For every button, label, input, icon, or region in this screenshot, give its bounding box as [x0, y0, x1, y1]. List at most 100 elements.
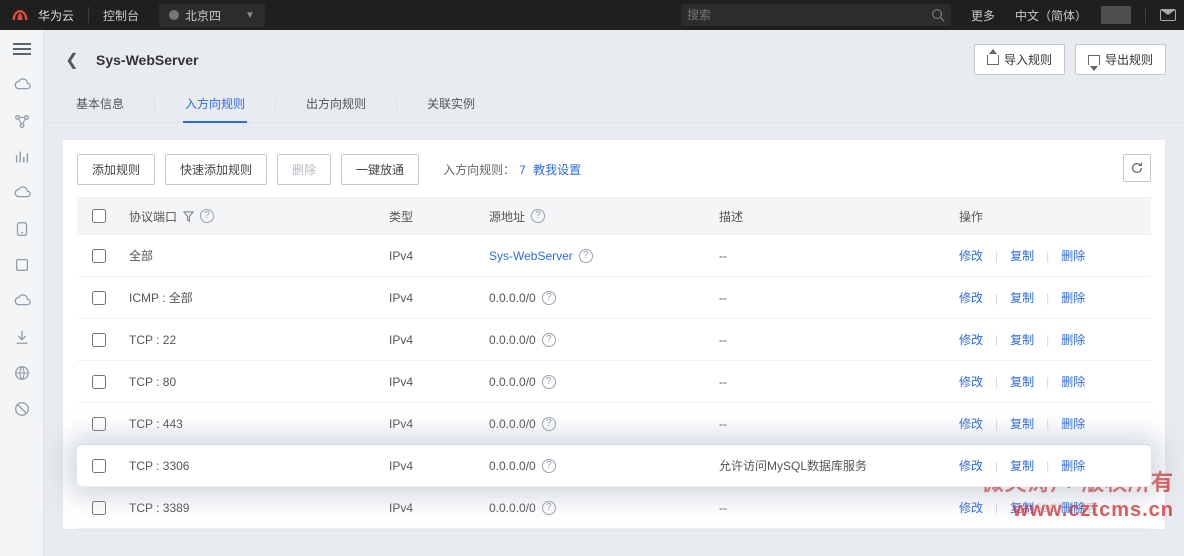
menu-toggle[interactable]	[13, 40, 31, 58]
delete-link[interactable]: 删除	[1061, 331, 1085, 348]
cell-desc: --	[711, 501, 951, 515]
more-link[interactable]: 更多	[971, 7, 995, 24]
divider	[88, 7, 89, 23]
delete-link[interactable]: 删除	[1061, 499, 1085, 516]
import-rules-button[interactable]: 导入规则	[974, 44, 1065, 75]
rail-item-folder[interactable]	[13, 256, 31, 274]
top-bar: 华为云 控制台 北京四 ▼ 更多 中文（简体）	[0, 0, 1184, 30]
row-checkbox[interactable]	[92, 375, 106, 389]
help-icon[interactable]: ?	[542, 375, 556, 389]
cell-source: 0.0.0.0/0 ?	[481, 417, 711, 431]
cell-port: 全部	[121, 247, 381, 264]
row-checkbox[interactable]	[92, 417, 106, 431]
edit-link[interactable]: 修改	[959, 499, 983, 516]
help-icon[interactable]: ?	[542, 291, 556, 305]
cell-ops: 修改|复制|删除	[951, 415, 1151, 432]
help-icon[interactable]: ?	[542, 459, 556, 473]
cell-ops: 修改|复制|删除	[951, 289, 1151, 306]
copy-link[interactable]: 复制	[1010, 373, 1034, 390]
col-ops: 操作	[951, 208, 1151, 225]
filter-icon[interactable]	[183, 211, 194, 222]
help-icon[interactable]: ?	[542, 333, 556, 347]
tab-bar: 基本信息 入方向规则 出方向规则 关联实例	[44, 83, 1184, 123]
help-icon[interactable]: ?	[531, 209, 545, 223]
copy-link[interactable]: 复制	[1010, 499, 1034, 516]
tab-outbound-rules[interactable]: 出方向规则	[304, 87, 368, 122]
global-search[interactable]	[681, 4, 951, 26]
rail-item-server[interactable]	[13, 220, 31, 238]
quick-add-rule-button[interactable]: 快速添加规则	[165, 154, 267, 185]
region-selector[interactable]: 北京四 ▼	[159, 4, 265, 27]
delete-link[interactable]: 删除	[1061, 247, 1085, 264]
delete-link[interactable]: 删除	[1061, 457, 1085, 474]
export-rules-button[interactable]: 导出规则	[1075, 44, 1166, 75]
main-content: ❮ Sys-WebServer 导入规则 导出规则 基本信息 入方向规则 出方向…	[44, 30, 1184, 556]
row-checkbox[interactable]	[92, 333, 106, 347]
copy-link[interactable]: 复制	[1010, 415, 1034, 432]
open-all-button[interactable]: 一键放通	[341, 154, 419, 185]
tab-inbound-rules[interactable]: 入方向规则	[183, 87, 247, 122]
cell-type: IPv4	[381, 249, 481, 263]
huawei-logo-icon	[8, 3, 32, 27]
delete-link[interactable]: 删除	[1061, 289, 1085, 306]
refresh-button[interactable]	[1123, 154, 1151, 182]
copy-link[interactable]: 复制	[1010, 331, 1034, 348]
col-source: 源地址 ?	[481, 208, 711, 225]
rules-card: 添加规则 快速添加规则 删除 一键放通 入方向规则：7 教我设置 协议端口 ?	[62, 139, 1166, 530]
help-icon[interactable]: ?	[200, 209, 214, 223]
mail-icon[interactable]	[1160, 9, 1176, 21]
rail-item-cloud[interactable]	[13, 76, 31, 94]
rail-item-stop[interactable]	[13, 400, 31, 418]
delete-rule-button[interactable]: 删除	[277, 154, 331, 185]
cell-type: IPv4	[381, 333, 481, 347]
region-label: 北京四	[185, 7, 221, 24]
delete-link[interactable]: 删除	[1061, 373, 1085, 390]
copy-link[interactable]: 复制	[1010, 247, 1034, 264]
tab-associated-instances[interactable]: 关联实例	[425, 87, 477, 122]
help-icon[interactable]: ?	[542, 417, 556, 431]
cell-source: 0.0.0.0/0 ?	[481, 501, 711, 515]
edit-link[interactable]: 修改	[959, 457, 983, 474]
edit-link[interactable]: 修改	[959, 331, 983, 348]
tab-basic-info[interactable]: 基本信息	[74, 87, 126, 122]
console-link[interactable]: 控制台	[103, 7, 139, 24]
rail-item-nodes[interactable]	[13, 112, 31, 130]
add-rule-button[interactable]: 添加规则	[77, 154, 155, 185]
cell-type: IPv4	[381, 291, 481, 305]
help-icon[interactable]: ?	[579, 249, 593, 263]
row-checkbox[interactable]	[92, 459, 106, 473]
edit-link[interactable]: 修改	[959, 247, 983, 264]
edit-link[interactable]: 修改	[959, 373, 983, 390]
search-input[interactable]	[687, 8, 931, 22]
row-checkbox[interactable]	[92, 249, 106, 263]
copy-link[interactable]: 复制	[1010, 457, 1034, 474]
cell-source: 0.0.0.0/0 ?	[481, 291, 711, 305]
delete-link[interactable]: 删除	[1061, 415, 1085, 432]
rail-item-bars[interactable]	[13, 148, 31, 166]
edit-link[interactable]: 修改	[959, 415, 983, 432]
brand-label: 华为云	[38, 7, 74, 24]
row-checkbox[interactable]	[92, 501, 106, 515]
row-checkbox[interactable]	[92, 291, 106, 305]
source-link[interactable]: Sys-WebServer	[489, 249, 573, 263]
col-desc: 描述	[711, 208, 951, 225]
rail-item-globe[interactable]	[13, 364, 31, 382]
divider	[154, 98, 155, 112]
rail-item-deploy[interactable]	[13, 328, 31, 346]
rail-item-cloud2[interactable]	[13, 184, 31, 202]
language-selector[interactable]: 中文（简体）	[1015, 7, 1087, 24]
cell-source: 0.0.0.0/0 ?	[481, 333, 711, 347]
back-button[interactable]: ❮	[62, 50, 82, 70]
help-icon[interactable]: ?	[542, 501, 556, 515]
rail-item-cloud3[interactable]	[13, 292, 31, 310]
guide-link[interactable]: 教我设置	[533, 163, 581, 177]
select-all-checkbox[interactable]	[92, 209, 106, 223]
divider	[1145, 7, 1146, 23]
user-avatar[interactable]	[1101, 6, 1131, 24]
table-row: 全部IPv4Sys-WebServer ?--修改|复制|删除	[77, 235, 1151, 277]
edit-link[interactable]: 修改	[959, 289, 983, 306]
copy-link[interactable]: 复制	[1010, 289, 1034, 306]
cell-type: IPv4	[381, 375, 481, 389]
cell-ops: 修改|复制|删除	[951, 373, 1151, 390]
side-rail	[0, 30, 44, 556]
